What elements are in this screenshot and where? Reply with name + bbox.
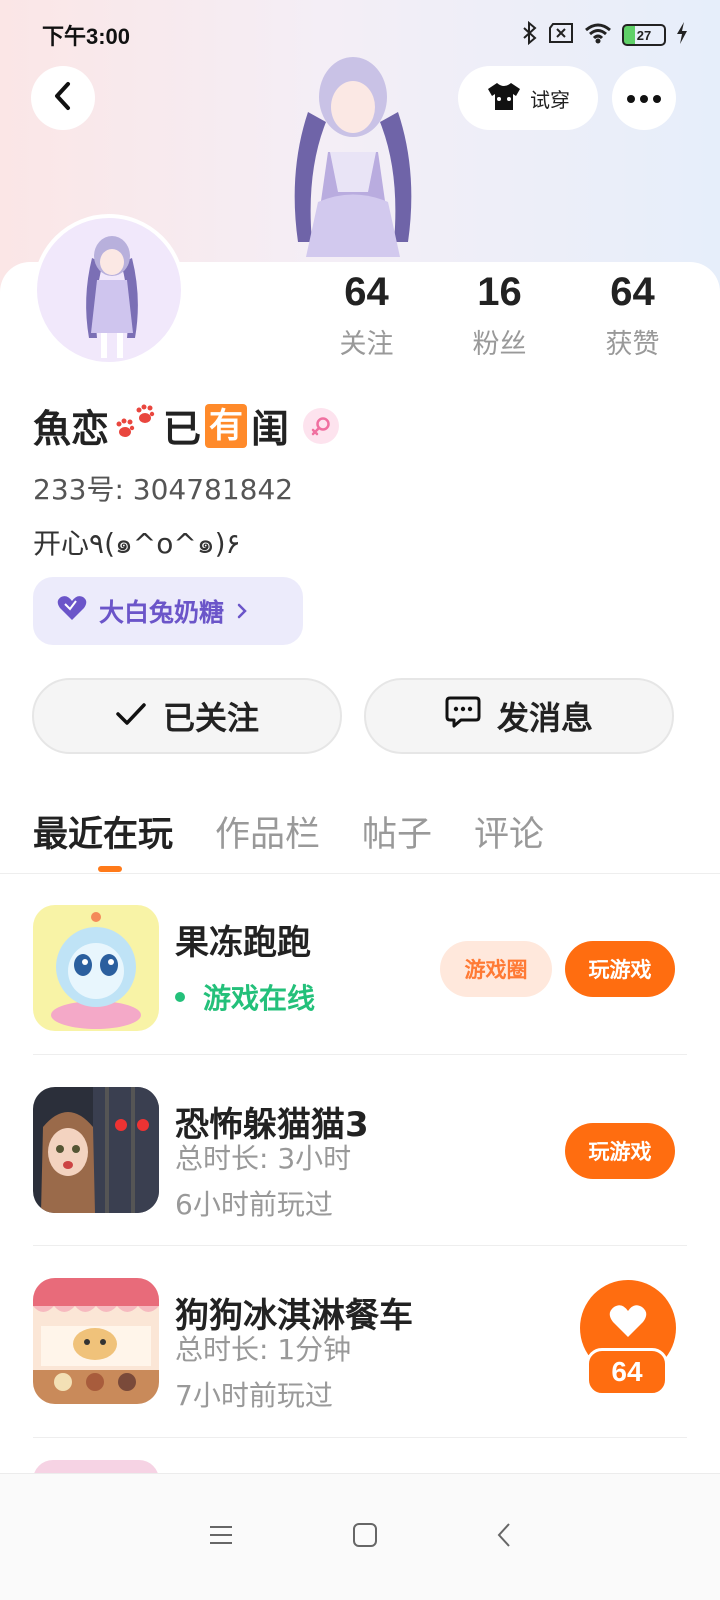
game-last-played: 7小时前玩过: [175, 1379, 333, 1412]
more-dots-icon: [626, 89, 662, 108]
game-icon-jelly-run[interactable]: [33, 905, 159, 1031]
followed-label: 已关注: [162, 699, 259, 737]
chevron-left-icon: [53, 81, 73, 115]
stat-label: 粉丝: [472, 329, 527, 360]
list-divider: [33, 1437, 687, 1438]
stat-value: 64: [344, 270, 389, 314]
try-on-label: 试穿: [530, 87, 570, 112]
vip-badge-button[interactable]: 大白兔奶糖: [33, 577, 303, 645]
dressup-character-figure: [268, 52, 438, 262]
stat-likes[interactable]: 64 获赞: [566, 268, 699, 361]
stat-label: 获赞: [605, 329, 660, 360]
female-gender-icon: [303, 407, 340, 444]
purple-heart-icon: [57, 595, 87, 627]
user-bio: 开心٩(๑^o^๑)۶: [33, 527, 241, 560]
avatar[interactable]: [33, 214, 185, 366]
tab-comments[interactable]: 评论: [474, 806, 544, 857]
back-triangle-icon[interactable]: [496, 1521, 512, 1553]
username-part: 魚恋: [33, 407, 110, 451]
stat-value: 64: [610, 270, 655, 314]
send-message-button[interactable]: 发消息: [364, 678, 674, 754]
vip-label: 大白兔奶糖: [99, 598, 225, 627]
battery-icon: 27: [622, 24, 666, 46]
username-highlight: 有: [205, 403, 248, 448]
stat-value: 16: [477, 270, 522, 314]
list-divider: [33, 1245, 687, 1246]
tab-works[interactable]: 作品栏: [215, 806, 320, 857]
like-count: 64: [586, 1348, 668, 1396]
try-on-button[interactable]: 试穿: [458, 66, 598, 130]
stat-followers[interactable]: 16 粉丝: [433, 268, 566, 361]
send-message-label: 发消息: [496, 699, 593, 737]
chevron-right-icon: [236, 597, 248, 626]
checkmark-icon: [115, 697, 147, 735]
tab-recently-played[interactable]: 最近在玩: [33, 806, 173, 857]
paw-icon: [113, 404, 159, 448]
game-total-duration: 总时长: 1分钟: [175, 1333, 352, 1366]
active-tab-indicator: [98, 866, 122, 872]
status-icons: 27: [522, 20, 688, 49]
tabs-divider: [0, 873, 720, 874]
game-total-duration: 总时长: 3小时: [175, 1142, 352, 1175]
menu-icon[interactable]: [208, 1524, 234, 1550]
game-online-status: 游戏在线: [175, 977, 315, 1017]
user-id: 233号: 304781842: [33, 473, 294, 506]
home-square-icon[interactable]: [352, 1522, 378, 1552]
floating-like-button[interactable]: 64: [566, 1280, 678, 1398]
system-navigation-bar: [0, 1473, 720, 1600]
status-time: 下午3:00: [42, 24, 131, 49]
tshirt-icon: [486, 81, 522, 116]
profile-stats: 64 关注 16 粉丝 64 获赞: [300, 268, 700, 361]
game-list-item[interactable]: 果冻跑跑 游戏在线 游戏圈 玩游戏: [33, 905, 687, 1035]
username-part: 已: [163, 407, 202, 451]
bluetooth-icon: [522, 20, 538, 49]
sim-off-icon: [548, 23, 574, 47]
stat-following[interactable]: 64 关注: [300, 268, 433, 361]
heart-icon: [609, 1304, 647, 1342]
followed-button[interactable]: 已关注: [32, 678, 342, 754]
tab-posts[interactable]: 帖子: [362, 806, 432, 857]
charging-icon: [676, 22, 688, 48]
game-last-played: 6小时前玩过: [175, 1188, 333, 1221]
play-game-button[interactable]: 玩游戏: [565, 1123, 675, 1179]
game-list-item[interactable]: 恐怖躲猫猫3 总时长: 3小时 6小时前玩过 玩游戏: [33, 1087, 687, 1221]
username-part: 闺: [251, 407, 290, 451]
more-button[interactable]: [612, 66, 676, 130]
stat-label: 关注: [339, 329, 394, 360]
game-circle-button[interactable]: 游戏圈: [440, 941, 552, 997]
game-icon-dog-ice-cream-truck[interactable]: [33, 1278, 159, 1404]
online-status-label: 游戏在线: [203, 982, 316, 1015]
game-title: 果冻跑跑: [175, 923, 311, 963]
username: 魚恋 已 有 闺: [33, 398, 340, 453]
play-game-button[interactable]: 玩游戏: [565, 941, 675, 997]
back-button[interactable]: [31, 66, 95, 130]
content-tabs: 最近在玩 作品栏 帖子 评论: [33, 806, 544, 857]
game-icon-horror-hide-seek[interactable]: [33, 1087, 159, 1213]
wifi-icon: [584, 22, 612, 48]
online-dot-icon: [175, 992, 185, 1002]
list-divider: [33, 1054, 687, 1055]
chat-bubble-icon: [445, 695, 481, 737]
